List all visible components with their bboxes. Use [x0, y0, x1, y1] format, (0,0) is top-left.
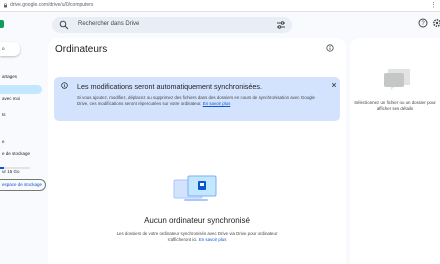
storage-text: ur 15 Go [2, 169, 20, 174]
sidebar-item-storage[interactable]: e de stockage [0, 151, 30, 156]
browser-menu-icon[interactable]: ⋮ [430, 1, 437, 10]
search-input[interactable]: Rechercher dans Drive [78, 21, 139, 27]
empty-state-description: Les dossiers de votre ordinateur synchro… [116, 231, 278, 242]
sidebar-item-starred[interactable]: ts [0, 112, 6, 117]
details-placeholder-text: Sélectionnez un fichier ou un dossier po… [354, 100, 436, 111]
drive-logo[interactable] [0, 20, 4, 28]
help-icon[interactable]: ? [418, 18, 428, 28]
banner-learn-more-link[interactable]: En savoir plus [203, 101, 231, 106]
computer-illustration [173, 175, 217, 201]
empty-state-title: Aucun ordinateur synchronisé [144, 216, 250, 225]
drive-header: Rechercher dans Drive ? [0, 12, 440, 38]
banner-text: Si vous ajoutez, modifiez, déplacez ou s… [77, 95, 315, 106]
new-button[interactable]: o [0, 42, 20, 56]
main-panel: Ordinateurs Les modifications seront aut… [48, 38, 346, 264]
sidebar-item-shared[interactable]: artages [0, 74, 17, 79]
info-icon [61, 82, 68, 89]
get-storage-button[interactable]: espace de stockage [0, 179, 46, 191]
browser-address-bar[interactable]: drive.google.com/drive/u/0/computers ⋮ [0, 0, 440, 12]
sync-info-banner: Les modifications seront automatiquement… [54, 77, 340, 121]
sidebar: o artages avec moi ts e e de stockage ur… [0, 38, 46, 264]
page-title: Ordinateurs [55, 44, 108, 55]
site-info-icon[interactable] [3, 3, 8, 8]
url-text[interactable]: drive.google.com/drive/u/0/computers [10, 2, 93, 8]
search-bar[interactable]: Rechercher dans Drive [52, 17, 292, 33]
close-icon[interactable] [331, 82, 337, 88]
search-options-icon[interactable] [276, 20, 286, 30]
search-icon[interactable] [59, 20, 69, 30]
sidebar-item-computers[interactable] [0, 85, 42, 94]
details-panel: Sélectionnez un fichier ou un dossier po… [350, 38, 440, 264]
banner-title: Les modifications seront automatiquement… [77, 82, 262, 91]
info-icon[interactable] [326, 44, 334, 52]
gear-icon[interactable] [432, 18, 440, 28]
banner-body: Si vous ajoutez, modifiez, déplacez ou s… [77, 95, 327, 107]
empty-learn-more-link[interactable]: En savoir plus [199, 237, 227, 242]
sidebar-item-trash[interactable]: e [0, 139, 5, 144]
sidebar-item-shared-with-me[interactable]: avec moi [0, 96, 20, 101]
details-illustration [384, 69, 410, 90]
empty-state-text: Les dossiers de votre ordinateur synchro… [106, 231, 288, 243]
